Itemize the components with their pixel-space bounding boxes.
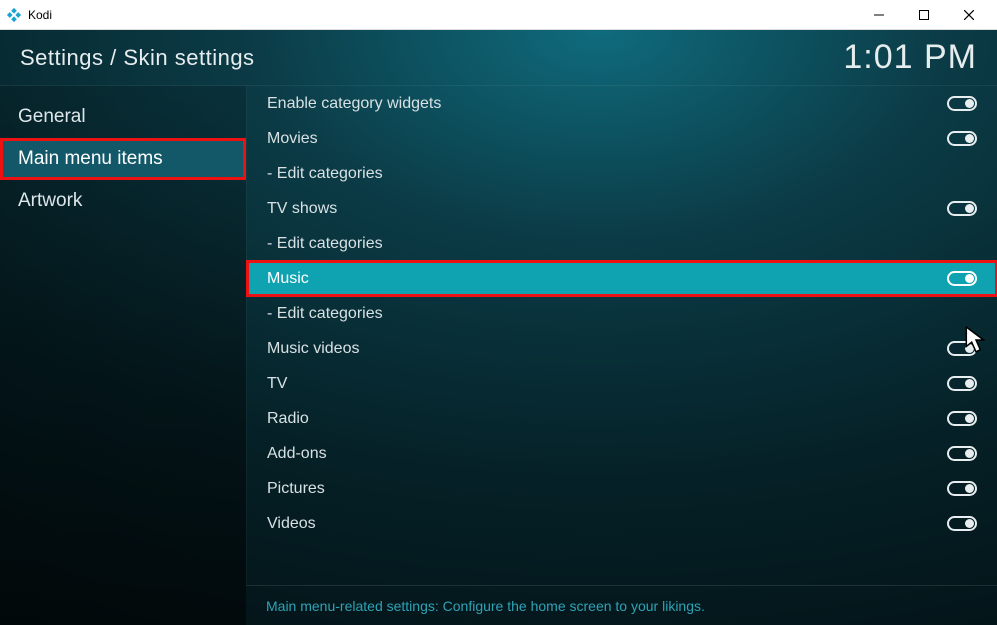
setting-label: Videos <box>267 515 947 533</box>
settings-list: Enable category widgets Movies - Edit cate… <box>246 86 997 585</box>
sidebar-item-artwork[interactable]: Artwork <box>0 180 246 222</box>
toggle-switch[interactable] <box>947 481 977 496</box>
setting-row-add-ons[interactable]: Add-ons <box>247 436 997 471</box>
setting-label: Movies <box>267 130 947 148</box>
kodi-logo-icon <box>6 7 22 23</box>
setting-row-edit-categories[interactable]: - Edit categories <box>247 226 997 261</box>
maximize-icon <box>919 10 929 20</box>
setting-row-videos[interactable]: Videos <box>247 506 997 541</box>
setting-row-enable-category-widgets[interactable]: Enable category widgets <box>247 86 997 121</box>
setting-row-tv-shows[interactable]: TV shows <box>247 191 997 226</box>
toggle-switch[interactable] <box>947 376 977 391</box>
setting-row-movies[interactable]: Movies <box>247 121 997 156</box>
setting-row-music-videos[interactable]: Music videos <box>247 331 997 366</box>
setting-label: Add-ons <box>267 445 947 463</box>
breadcrumb: Settings / Skin settings <box>20 45 843 71</box>
setting-label: - Edit categories <box>267 305 977 323</box>
setting-label: TV shows <box>267 200 947 218</box>
window-title: Kodi <box>28 8 52 22</box>
setting-row-music[interactable]: Music <box>247 261 997 296</box>
setting-label: Music videos <box>267 340 947 358</box>
setting-label: Enable category widgets <box>267 95 947 113</box>
settings-sidebar: General Main menu items Artwork <box>0 86 246 625</box>
toggle-switch[interactable] <box>947 341 977 356</box>
toggle-switch[interactable] <box>947 96 977 111</box>
help-text: Main menu-related settings: Configure th… <box>246 585 997 625</box>
sidebar-item-general[interactable]: General <box>0 96 246 138</box>
setting-row-tv[interactable]: TV <box>247 366 997 401</box>
toggle-switch[interactable] <box>947 446 977 461</box>
minimize-icon <box>874 10 884 20</box>
toggle-switch[interactable] <box>947 271 977 286</box>
setting-label: - Edit categories <box>267 165 977 183</box>
sidebar-item-label: Artwork <box>18 190 82 212</box>
toggle-switch[interactable] <box>947 131 977 146</box>
toggle-switch[interactable] <box>947 201 977 216</box>
window-maximize-button[interactable] <box>901 0 946 30</box>
sidebar-item-label: Main menu items <box>18 148 163 170</box>
setting-label: - Edit categories <box>267 235 977 253</box>
sidebar-item-main-menu-items[interactable]: Main menu items <box>0 138 246 180</box>
setting-row-edit-categories[interactable]: - Edit categories <box>247 156 997 191</box>
setting-label: TV <box>267 375 947 393</box>
window-titlebar: Kodi <box>0 0 997 30</box>
settings-main: Enable category widgets Movies - Edit cate… <box>246 86 997 625</box>
setting-label: Pictures <box>267 480 947 498</box>
setting-row-radio[interactable]: Radio <box>247 401 997 436</box>
window-minimize-button[interactable] <box>856 0 901 30</box>
setting-label: Radio <box>267 410 947 428</box>
toggle-switch[interactable] <box>947 411 977 426</box>
close-icon <box>964 10 974 20</box>
clock: 1:01 PM <box>843 38 977 77</box>
app-header: Settings / Skin settings 1:01 PM <box>0 30 997 86</box>
window-close-button[interactable] <box>946 0 991 30</box>
setting-row-edit-categories[interactable]: - Edit categories <box>247 296 997 331</box>
sidebar-item-label: General <box>18 106 86 128</box>
setting-row-pictures[interactable]: Pictures <box>247 471 997 506</box>
kodi-app: Settings / Skin settings 1:01 PM General… <box>0 30 997 625</box>
setting-label: Music <box>267 270 947 288</box>
toggle-switch[interactable] <box>947 516 977 531</box>
